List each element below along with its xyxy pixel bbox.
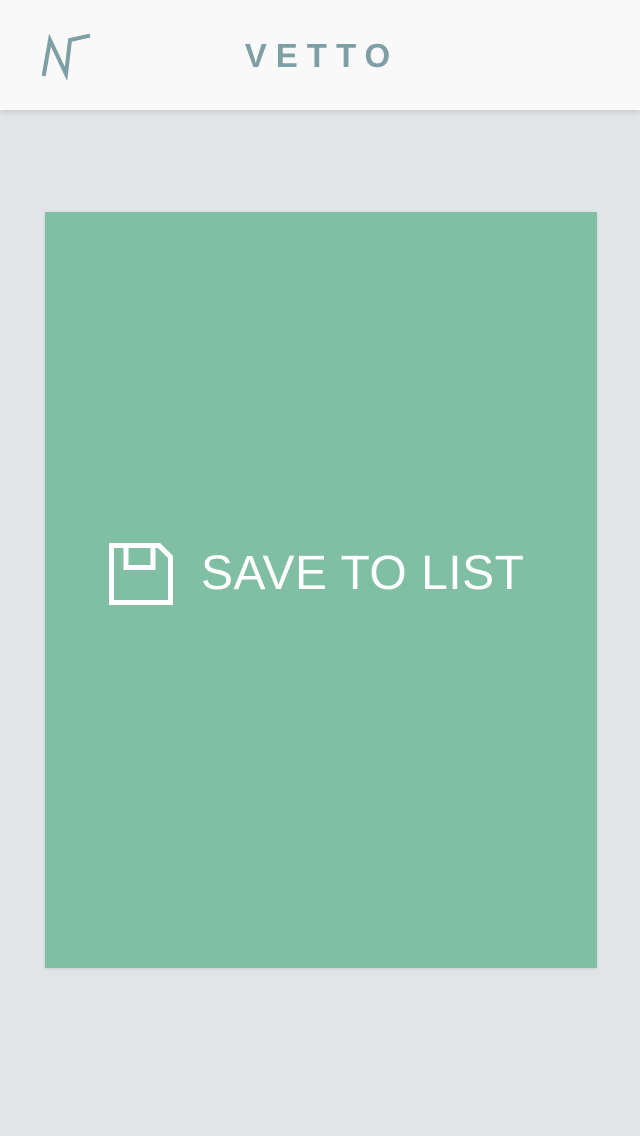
save-to-list-button[interactable]: SAVE TO LIST: [109, 543, 524, 605]
app-title: VETTO: [244, 37, 400, 74]
floppy-disk-save-icon: [109, 543, 173, 605]
app-screen: { "header": { "title": "VETTO", "logo_ic…: [0, 0, 640, 1136]
app-header: VETTO: [0, 0, 640, 110]
save-to-list-label: SAVE TO LIST: [201, 547, 525, 600]
save-to-list-card[interactable]: SAVE TO LIST: [45, 212, 597, 968]
